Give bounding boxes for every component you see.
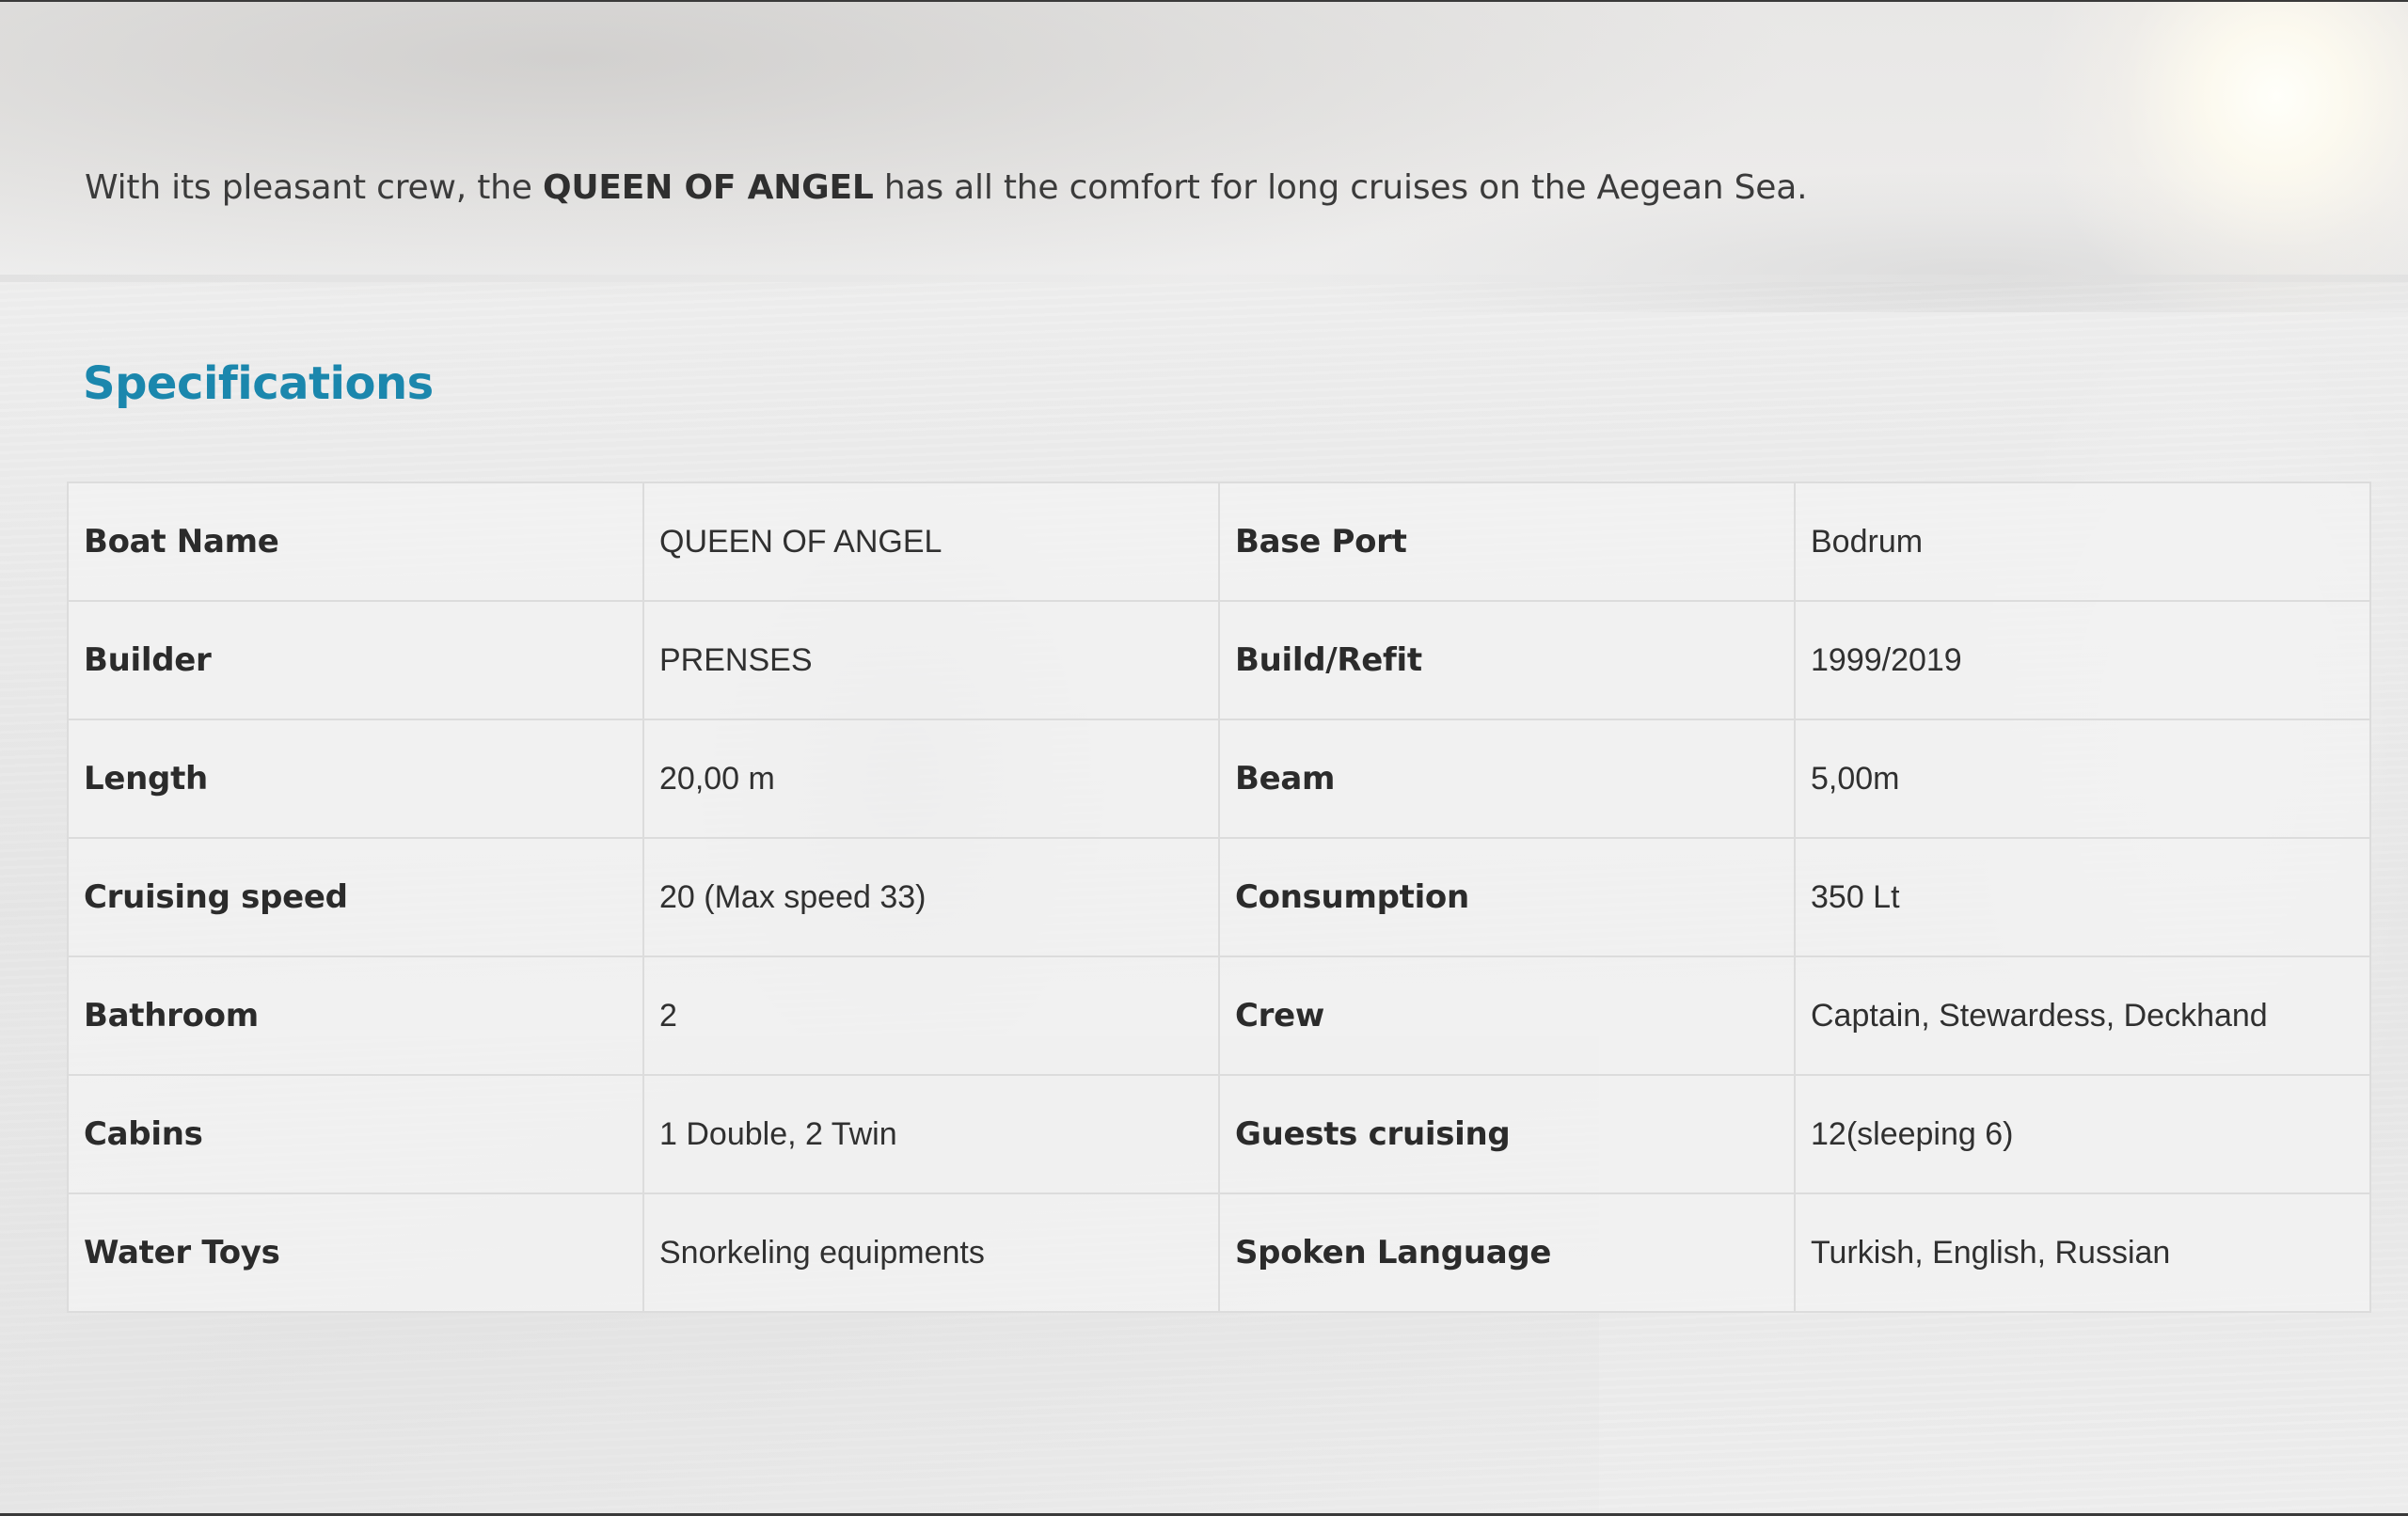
table-row: Boat Name QUEEN OF ANGEL Base Port Bodru… (67, 482, 2371, 602)
spec-label: Cruising speed (67, 837, 644, 957)
spec-label: Boat Name (67, 482, 644, 602)
spec-label: Build/Refit (1218, 600, 1796, 720)
spec-value: 5,00m (1794, 719, 2371, 839)
spec-value: 20 (Max speed 33) (642, 837, 1220, 957)
table-row: Cruising speed 20 (Max speed 33) Consump… (67, 837, 2371, 957)
intro-text-after: has all the comfort for long cruises on … (873, 168, 1808, 207)
spec-label: Beam (1218, 719, 1796, 839)
spec-value: Bodrum (1794, 482, 2371, 602)
spec-label: Water Toys (67, 1192, 644, 1313)
page-content: With its pleasant crew, the QUEEN OF ANG… (0, 2, 2408, 1513)
specifications-table: Boat Name QUEEN OF ANGEL Base Port Bodru… (67, 482, 2371, 1313)
spec-value: 1999/2019 (1794, 600, 2371, 720)
spec-label: Bathroom (67, 955, 644, 1076)
spec-value: 2 (642, 955, 1220, 1076)
spec-label: Builder (67, 600, 644, 720)
spec-label: Spoken Language (1218, 1192, 1796, 1313)
table-row: Length 20,00 m Beam 5,00m (67, 719, 2371, 839)
table-row: Builder PRENSES Build/Refit 1999/2019 (67, 600, 2371, 720)
spec-label: Guests cruising (1218, 1074, 1796, 1194)
spec-label: Cabins (67, 1074, 644, 1194)
intro-paragraph: With its pleasant crew, the QUEEN OF ANG… (85, 162, 2248, 214)
intro-text-before: With its pleasant crew, the (85, 168, 543, 207)
table-row: Cabins 1 Double, 2 Twin Guests cruising … (67, 1074, 2371, 1194)
spec-value: 20,00 m (642, 719, 1220, 839)
specifications-heading: Specifications (83, 357, 434, 410)
spec-value: 350 Lt (1794, 837, 2371, 957)
document-page: With its pleasant crew, the QUEEN OF ANG… (0, 0, 2408, 1516)
spec-value: QUEEN OF ANGEL (642, 482, 1220, 602)
spec-value: Turkish, English, Russian (1794, 1192, 2371, 1313)
spec-value: 1 Double, 2 Twin (642, 1074, 1220, 1194)
spec-value: Snorkeling equipments (642, 1192, 1220, 1313)
intro-boat-name: QUEEN OF ANGEL (542, 168, 874, 207)
table-row: Water Toys Snorkeling equipments Spoken … (67, 1192, 2371, 1313)
spec-label: Length (67, 719, 644, 839)
spec-value: 12(sleeping 6) (1794, 1074, 2371, 1194)
spec-label: Base Port (1218, 482, 1796, 602)
spec-label: Crew (1218, 955, 1796, 1076)
spec-value: Captain, Stewardess, Deckhand (1794, 955, 2371, 1076)
spec-label: Consumption (1218, 837, 1796, 957)
spec-value: PRENSES (642, 600, 1220, 720)
table-row: Bathroom 2 Crew Captain, Stewardess, Dec… (67, 955, 2371, 1076)
